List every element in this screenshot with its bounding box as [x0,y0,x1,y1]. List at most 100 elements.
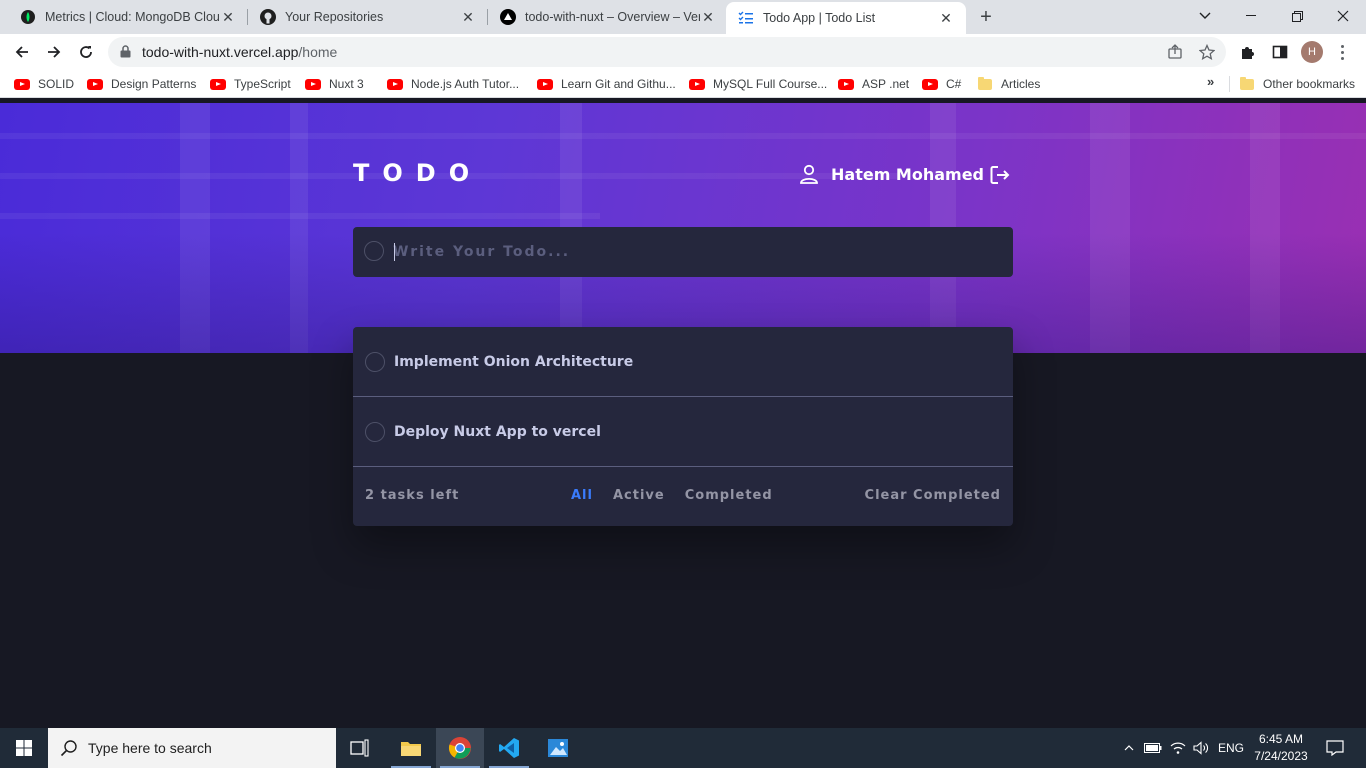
tab-title: Metrics | Cloud: MongoDB Cloud [45,10,220,24]
todo-item[interactable]: Deploy Nuxt App to vercel [353,397,1013,467]
filter-active[interactable]: Active [613,488,665,503]
profile-avatar[interactable]: H [1301,41,1323,63]
bookmarks-bar: SOLID Design Patterns TypeScript Nuxt 3 … [0,70,1366,98]
close-tab-icon[interactable]: ✕ [700,9,716,25]
url-host: todo-with-nuxt.vercel.app [142,44,299,60]
bookmark-item[interactable]: SOLID [14,76,74,92]
bookmark-item[interactable]: C# [922,76,961,92]
windows-start-button[interactable] [0,728,48,768]
bookmark-label: Design Patterns [111,77,197,91]
new-todo-checkbox[interactable] [364,241,384,261]
user-icon [798,163,820,185]
github-icon [260,9,276,25]
logout-icon[interactable] [988,163,1012,187]
filter-all[interactable]: All [571,488,593,503]
new-todo-input[interactable] [393,237,993,267]
show-hidden-icons-chevron[interactable] [1120,728,1138,768]
notification-center-icon[interactable] [1320,728,1350,768]
back-button[interactable] [8,38,36,66]
taskbar-search[interactable]: Type here to search [48,728,336,768]
search-icon [60,739,78,757]
tab-title: Your Repositories [285,10,384,24]
other-bookmarks-folder[interactable]: Other bookmarks [1240,76,1355,92]
wifi-icon[interactable] [1168,728,1188,768]
minimize-window-button[interactable] [1228,0,1274,32]
share-icon[interactable] [1166,43,1184,61]
vercel-triangle-icon [500,9,516,25]
lock-icon [120,45,131,58]
file-explorer-icon[interactable] [387,728,435,768]
bookmark-item[interactable]: Node.js Auth Tutor... [387,76,519,92]
close-tab-icon[interactable]: ✕ [460,9,476,25]
reload-button[interactable] [72,38,100,66]
url-path: /home [298,44,338,60]
bookmark-label: Articles [1001,77,1041,91]
forward-button[interactable] [40,38,68,66]
extensions-puzzle-icon[interactable] [1238,42,1258,62]
text-cursor [394,243,395,261]
filter-completed[interactable]: Completed [685,488,773,503]
youtube-icon [87,78,103,90]
mongodb-leaf-icon [20,9,36,25]
bookmark-item[interactable]: ASP .net [838,76,909,92]
vscode-taskbar-icon[interactable] [485,728,533,768]
bookmark-item[interactable]: MySQL Full Course... [689,76,827,92]
bookmark-item[interactable]: Nuxt 3 [305,76,364,92]
tab-search-chevron-icon[interactable] [1182,0,1228,32]
bookmark-label: ASP .net [862,77,910,91]
user-profile[interactable]: Hatem Mohamed [798,163,984,185]
folder-icon [1240,76,1254,90]
bookmark-item[interactable]: TypeScript [210,76,291,92]
browser-tab-github[interactable]: Your Repositories ✕ [248,0,488,34]
bookmark-label: MySQL Full Course... [713,77,828,91]
close-tab-icon[interactable]: ✕ [220,9,236,25]
windows-taskbar: Type here to search ENG 6:45 AM 7/24/202… [0,728,1366,768]
todo-item[interactable]: Implement Onion Architecture [353,327,1013,397]
bookmark-folder-articles[interactable]: Articles [978,76,1040,92]
bookmark-label: Nuxt 3 [329,77,364,91]
battery-icon[interactable] [1143,728,1163,768]
browser-tab-todo-app[interactable]: Todo App | Todo List ✕ [726,2,966,34]
url-text: todo-with-nuxt.vercel.app/home [142,44,337,60]
clear-completed-button[interactable]: Clear Completed [865,488,1001,503]
side-panel-icon[interactable] [1270,42,1290,62]
youtube-icon [387,78,403,90]
user-name: Hatem Mohamed [831,164,985,184]
bookmark-label: SOLID [38,77,75,91]
youtube-icon [922,78,938,90]
close-tab-icon[interactable]: ✕ [938,10,954,26]
bookmark-star-icon[interactable] [1198,43,1216,61]
browser-tab-mongodb[interactable]: Metrics | Cloud: MongoDB Cloud ✕ [8,0,248,34]
restore-window-button[interactable] [1274,0,1320,32]
bookmark-label: TypeScript [234,77,291,91]
clock-date: 7/24/2023 [1254,749,1308,763]
language-indicator[interactable]: ENG [1215,728,1247,768]
todo-app-page: TODO Hatem Mohamed Implement Onion Archi… [0,103,1366,728]
todo-checkbox[interactable] [365,352,385,372]
hero-decor [0,133,1366,139]
todo-text: Deploy Nuxt App to vercel [394,424,601,440]
close-window-button[interactable] [1320,0,1366,32]
chrome-menu-icon[interactable] [1334,42,1350,62]
other-bookmarks-label: Other bookmarks [1263,77,1356,91]
youtube-icon [305,78,321,90]
youtube-icon [537,78,553,90]
bookmark-item[interactable]: Learn Git and Githu... [537,76,676,92]
folder-icon [978,76,992,90]
youtube-icon [838,78,854,90]
bookmark-item[interactable]: Design Patterns [87,76,196,92]
taskbar-clock[interactable]: 6:45 AM 7/24/2023 [1252,731,1310,765]
bookmarks-overflow-button[interactable]: » [1207,74,1214,89]
tab-title: Todo App | Todo List [763,11,876,25]
app-logo-title: TODO [353,159,483,187]
address-bar[interactable]: todo-with-nuxt.vercel.app/home [108,37,1226,67]
new-tab-button[interactable]: + [972,4,1000,30]
youtube-icon [210,78,226,90]
photos-taskbar-icon[interactable] [534,728,582,768]
task-view-icon[interactable] [336,728,384,768]
chrome-taskbar-icon[interactable] [436,728,484,768]
todo-checkbox[interactable] [365,422,385,442]
browser-tab-vercel[interactable]: todo-with-nuxt – Overview – Verc ✕ [488,0,728,34]
youtube-icon [14,78,30,90]
volume-icon[interactable] [1191,728,1211,768]
